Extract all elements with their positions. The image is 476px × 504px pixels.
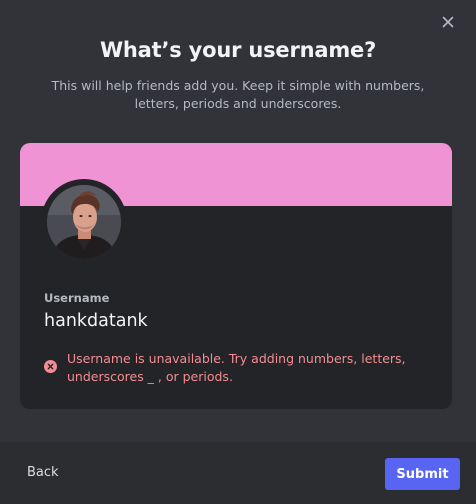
- back-button[interactable]: Back: [27, 465, 59, 480]
- close-icon: [442, 16, 454, 28]
- avatar: [47, 185, 121, 259]
- avatar-photo: [47, 185, 121, 259]
- username-field[interactable]: hankdatank: [44, 311, 148, 331]
- modal-title: What’s your username?: [99, 38, 377, 62]
- submit-button[interactable]: Submit: [385, 458, 460, 490]
- avatar-frame: [41, 179, 127, 265]
- username-field-label: Username: [44, 291, 110, 305]
- error-circle-x-icon: [44, 360, 57, 373]
- username-error-message: Username is unavailable. Try adding numb…: [67, 351, 406, 384]
- username-modal: What’s your username? This will help fri…: [0, 0, 476, 504]
- profile-preview-card: Username hankdatank Username is unavaila…: [20, 143, 452, 409]
- modal-footer: Back Submit: [0, 442, 476, 504]
- modal-subtitle: This will help friends add you. Keep it …: [51, 78, 425, 111]
- close-button[interactable]: [438, 12, 458, 32]
